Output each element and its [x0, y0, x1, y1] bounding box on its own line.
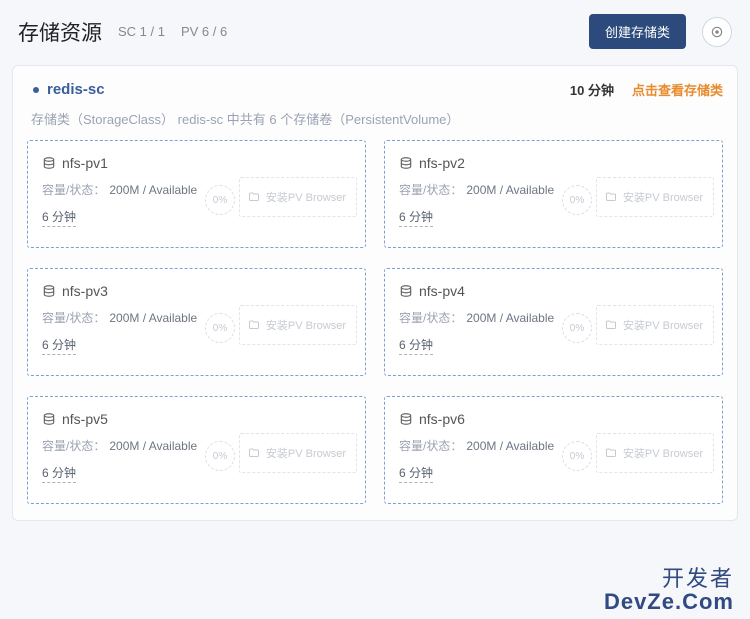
capacity-status-label: 容量/状态： — [42, 181, 105, 198]
storageclass-panel: redis-sc 10 分钟 点击查看存储类 存储类（StorageClass）… — [12, 65, 738, 521]
pv-name: nfs-pv5 — [62, 411, 108, 427]
page-header: 存储资源 SC 1 / 1 PV 6 / 6 创建存储类 — [0, 0, 750, 59]
install-pv-browser-button[interactable]: 安装PV Browser — [596, 305, 714, 345]
database-icon — [42, 284, 56, 298]
folder-icon — [605, 319, 617, 331]
pv-age: 6 分钟 — [399, 464, 433, 483]
usage-badge: 0% — [205, 313, 235, 343]
usage-badge: 0% — [205, 441, 235, 471]
pv-name: nfs-pv6 — [419, 411, 465, 427]
capacity-status-label: 容量/状态： — [42, 437, 105, 454]
install-pv-browser-button[interactable]: 安装PV Browser — [239, 305, 357, 345]
pv-card[interactable]: nfs-pv5 容量/状态： 200M / Available 6 分钟 0% … — [27, 396, 366, 504]
pv-age: 6 分钟 — [42, 464, 76, 483]
bullet-icon — [33, 87, 39, 93]
folder-icon — [605, 447, 617, 459]
refresh-button[interactable] — [702, 17, 732, 47]
pv-age: 6 分钟 — [42, 336, 76, 355]
capacity-status-label: 容量/状态： — [399, 437, 462, 454]
install-pv-browser-button[interactable]: 安装PV Browser — [596, 177, 714, 217]
database-icon — [399, 284, 413, 298]
database-icon — [399, 412, 413, 426]
pv-stat: PV 6 / 6 — [181, 24, 227, 39]
sc-stat: SC 1 / 1 — [118, 24, 165, 39]
install-label: 安装PV Browser — [266, 189, 346, 205]
capacity-status-value: 200M / Available — [466, 311, 554, 325]
capacity-status-value: 200M / Available — [109, 183, 197, 197]
pv-name: nfs-pv3 — [62, 283, 108, 299]
database-icon — [42, 156, 56, 170]
pv-card[interactable]: nfs-pv1 容量/状态： 200M / Available 6 分钟 0% … — [27, 140, 366, 248]
target-icon — [710, 25, 724, 39]
pv-title-row: nfs-pv5 — [42, 411, 351, 427]
database-icon — [399, 156, 413, 170]
capacity-status-label: 容量/状态： — [42, 309, 105, 326]
folder-icon — [248, 447, 260, 459]
capacity-status-value: 200M / Available — [466, 439, 554, 453]
install-label: 安装PV Browser — [266, 445, 346, 461]
panel-header: redis-sc 10 分钟 点击查看存储类 — [27, 76, 723, 107]
capacity-status-value: 200M / Available — [109, 439, 197, 453]
folder-icon — [605, 191, 617, 203]
watermark: 开发者 DevZe.Com — [604, 567, 734, 613]
usage-badge: 0% — [562, 441, 592, 471]
pv-title-row: nfs-pv4 — [399, 283, 708, 299]
install-label: 安装PV Browser — [266, 317, 346, 333]
capacity-status-value: 200M / Available — [466, 183, 554, 197]
pv-title-row: nfs-pv6 — [399, 411, 708, 427]
usage-badge: 0% — [205, 185, 235, 215]
pv-name: nfs-pv2 — [419, 155, 465, 171]
create-storageclass-button[interactable]: 创建存储类 — [589, 14, 686, 49]
install-label: 安装PV Browser — [623, 445, 703, 461]
pv-card[interactable]: nfs-pv3 容量/状态： 200M / Available 6 分钟 0% … — [27, 268, 366, 376]
pv-age: 6 分钟 — [399, 336, 433, 355]
storageclass-age: 10 分钟 — [570, 80, 614, 99]
install-pv-browser-button[interactable]: 安装PV Browser — [239, 177, 357, 217]
folder-icon — [248, 319, 260, 331]
storageclass-description: 存储类（StorageClass） redis-sc 中共有 6 个存储卷（Pe… — [27, 107, 723, 140]
storageclass-name[interactable]: redis-sc — [47, 81, 105, 98]
usage-badge: 0% — [562, 313, 592, 343]
install-label: 安装PV Browser — [623, 189, 703, 205]
install-pv-browser-button[interactable]: 安装PV Browser — [239, 433, 357, 473]
pv-age: 6 分钟 — [399, 208, 433, 227]
pv-title-row: nfs-pv1 — [42, 155, 351, 171]
pv-name: nfs-pv4 — [419, 283, 465, 299]
database-icon — [42, 412, 56, 426]
capacity-status-label: 容量/状态： — [399, 309, 462, 326]
pv-name: nfs-pv1 — [62, 155, 108, 171]
pv-title-row: nfs-pv3 — [42, 283, 351, 299]
capacity-status-value: 200M / Available — [109, 311, 197, 325]
pv-card[interactable]: nfs-pv4 容量/状态： 200M / Available 6 分钟 0% … — [384, 268, 723, 376]
pv-age: 6 分钟 — [42, 208, 76, 227]
pv-grid: nfs-pv1 容量/状态： 200M / Available 6 分钟 0% … — [27, 140, 723, 504]
folder-icon — [248, 191, 260, 203]
install-label: 安装PV Browser — [623, 317, 703, 333]
pv-title-row: nfs-pv2 — [399, 155, 708, 171]
page-title: 存储资源 — [18, 17, 102, 47]
view-storageclass-link[interactable]: 点击查看存储类 — [632, 80, 723, 99]
usage-badge: 0% — [562, 185, 592, 215]
install-pv-browser-button[interactable]: 安装PV Browser — [596, 433, 714, 473]
pv-card[interactable]: nfs-pv2 容量/状态： 200M / Available 6 分钟 0% … — [384, 140, 723, 248]
capacity-status-label: 容量/状态： — [399, 181, 462, 198]
pv-card[interactable]: nfs-pv6 容量/状态： 200M / Available 6 分钟 0% … — [384, 396, 723, 504]
